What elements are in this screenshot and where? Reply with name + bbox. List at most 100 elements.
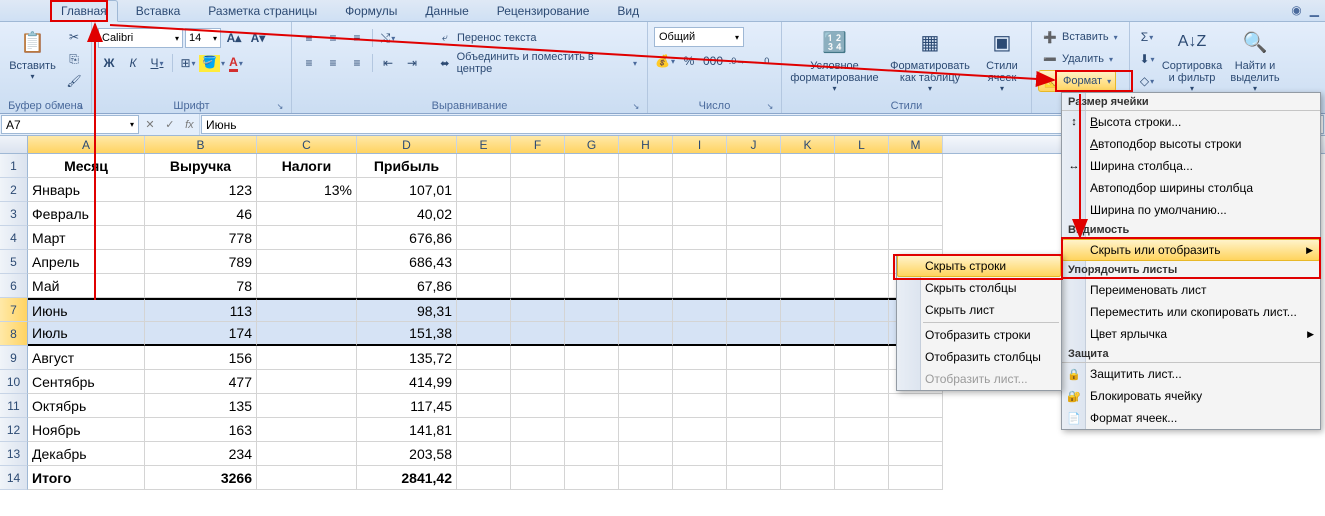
row-header[interactable]: 3 [0, 202, 28, 226]
submenu-unhide-columns[interactable]: Отобразить столбцы [897, 346, 1061, 368]
cell[interactable] [673, 394, 727, 418]
cell[interactable] [781, 418, 835, 442]
cell[interactable] [673, 178, 727, 202]
fx-icon[interactable]: fx [185, 119, 194, 131]
cell[interactable] [781, 466, 835, 490]
cell[interactable] [727, 202, 781, 226]
cell[interactable] [619, 250, 673, 274]
cell[interactable] [565, 322, 619, 346]
alignment-launcher[interactable]: ↘ [631, 102, 641, 112]
cell[interactable] [673, 274, 727, 298]
cell[interactable] [619, 370, 673, 394]
font-size-combo[interactable]: 14▾ [185, 28, 221, 48]
cell[interactable]: 676,86 [357, 226, 457, 250]
cell[interactable] [457, 250, 511, 274]
cell[interactable] [457, 178, 511, 202]
menu-default-width[interactable]: Ширина по умолчанию... [1062, 199, 1320, 221]
merge-center-button[interactable]: ⬌Объединить и поместить в центре [433, 52, 641, 74]
cell[interactable] [727, 442, 781, 466]
tab-data[interactable]: Данные [415, 1, 478, 21]
row-header[interactable]: 10 [0, 370, 28, 394]
row-header[interactable]: 2 [0, 178, 28, 202]
align-top-button[interactable]: ≡ [298, 27, 320, 49]
cell[interactable] [457, 346, 511, 370]
cell[interactable] [673, 442, 727, 466]
cell[interactable] [511, 298, 565, 322]
cell[interactable] [511, 370, 565, 394]
cell-styles-button[interactable]: ▣ Стили ячеек▾ [979, 24, 1025, 95]
cell[interactable]: 789 [145, 250, 257, 274]
menu-row-height[interactable]: ↕Высота строки... [1062, 111, 1320, 133]
menu-protect-sheet[interactable]: 🔒Защитить лист... [1062, 363, 1320, 385]
cell[interactable]: Налоги [257, 154, 357, 178]
cell[interactable]: 414,99 [357, 370, 457, 394]
cell[interactable] [511, 346, 565, 370]
paste-button[interactable]: 📋 Вставить ▾ [6, 24, 59, 83]
bold-button[interactable]: Ж [98, 52, 120, 74]
cell[interactable] [781, 394, 835, 418]
cell[interactable]: 117,45 [357, 394, 457, 418]
col-header-K[interactable]: K [781, 136, 835, 153]
cell[interactable]: Июль [28, 322, 145, 346]
cell[interactable]: Январь [28, 178, 145, 202]
cell[interactable] [257, 442, 357, 466]
cell[interactable]: 40,02 [357, 202, 457, 226]
cell[interactable] [457, 370, 511, 394]
row-header[interactable]: 8 [0, 322, 28, 346]
cell[interactable] [565, 226, 619, 250]
cell[interactable]: 163 [145, 418, 257, 442]
cell[interactable] [619, 418, 673, 442]
cell[interactable] [619, 274, 673, 298]
cell[interactable] [889, 466, 943, 490]
cell[interactable]: 107,01 [357, 178, 457, 202]
submenu-hide-columns[interactable]: Скрыть столбцы [897, 277, 1061, 299]
row-header[interactable]: 6 [0, 274, 28, 298]
cell[interactable]: Декабрь [28, 442, 145, 466]
cell[interactable] [619, 154, 673, 178]
cell[interactable] [727, 154, 781, 178]
cell[interactable]: Август [28, 346, 145, 370]
cell[interactable] [257, 394, 357, 418]
menu-move-copy-sheet[interactable]: Переместить или скопировать лист... [1062, 301, 1320, 323]
cell[interactable]: Выручка [145, 154, 257, 178]
col-header-M[interactable]: M [889, 136, 943, 153]
cell[interactable] [565, 346, 619, 370]
cell[interactable]: 78 [145, 274, 257, 298]
cell[interactable] [673, 226, 727, 250]
cell[interactable] [511, 466, 565, 490]
minimize-ribbon-icon[interactable]: ▁ [1310, 3, 1319, 17]
font-color-button[interactable]: A [225, 52, 247, 74]
cell[interactable] [889, 226, 943, 250]
cell[interactable] [835, 418, 889, 442]
menu-hide-unhide[interactable]: Скрыть или отобразить▶ [1062, 239, 1320, 261]
format-cells-button[interactable]: 📐Формат [1038, 70, 1116, 92]
cell[interactable]: 113 [145, 298, 257, 322]
insert-cells-button[interactable]: ➕Вставить [1038, 26, 1122, 48]
grow-font-button[interactable]: A▴ [223, 27, 245, 49]
cell[interactable] [673, 322, 727, 346]
cell[interactable] [511, 154, 565, 178]
cell[interactable] [673, 418, 727, 442]
col-header-F[interactable]: F [511, 136, 565, 153]
cell[interactable] [727, 178, 781, 202]
row-header[interactable]: 14 [0, 466, 28, 490]
cell[interactable] [727, 466, 781, 490]
comma-button[interactable]: 000 [702, 50, 724, 72]
cancel-icon[interactable]: ✕ [145, 118, 154, 131]
cell[interactable] [565, 370, 619, 394]
number-format-combo[interactable]: Общий▾ [654, 27, 744, 47]
decrease-indent-button[interactable]: ⇤ [377, 52, 399, 74]
cell[interactable]: 156 [145, 346, 257, 370]
cell[interactable] [257, 298, 357, 322]
row-header[interactable]: 5 [0, 250, 28, 274]
cell[interactable]: Июнь [28, 298, 145, 322]
cell[interactable] [781, 226, 835, 250]
col-header-G[interactable]: G [565, 136, 619, 153]
cell[interactable] [457, 322, 511, 346]
cell[interactable] [565, 154, 619, 178]
tab-formulas[interactable]: Формулы [335, 1, 407, 21]
cell[interactable] [257, 370, 357, 394]
col-header-E[interactable]: E [457, 136, 511, 153]
cell[interactable] [835, 226, 889, 250]
cell[interactable] [889, 178, 943, 202]
